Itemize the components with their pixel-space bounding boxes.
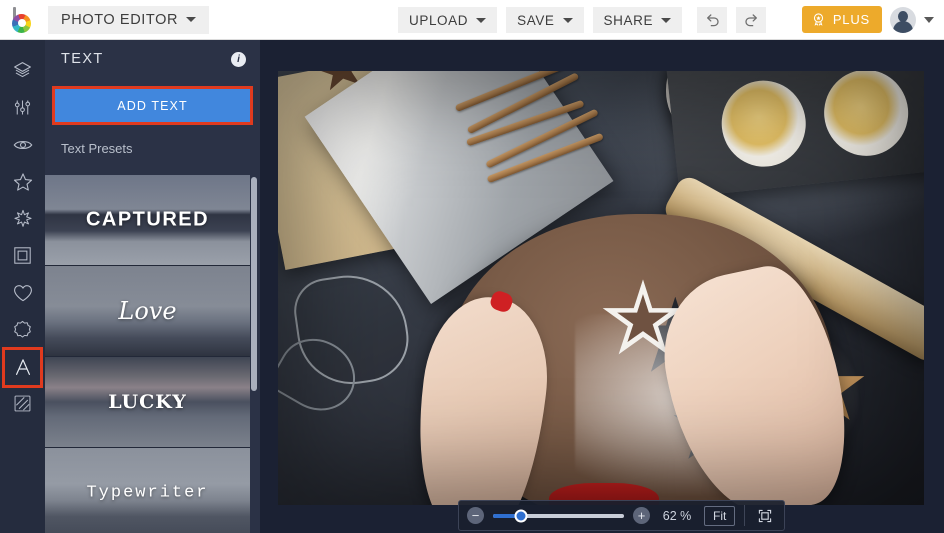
photo-muffin-cup: [717, 76, 810, 171]
sidebar-item-graphics[interactable]: [0, 311, 45, 348]
list-item[interactable]: CAPTURED: [45, 175, 250, 265]
graphics-badge-icon: [14, 320, 31, 338]
text-presets-label: Text Presets: [61, 141, 133, 156]
sidebar-item-text[interactable]: [0, 347, 45, 388]
photo-editor-app: PHOTO EDITOR UPLOAD SAVE SHARE PLUS TEXT…: [0, 0, 944, 533]
top-toolbar: PHOTO EDITOR UPLOAD SAVE SHARE PLUS: [0, 0, 944, 40]
chevron-down-icon: [661, 17, 672, 23]
fit-to-screen-icon: [759, 509, 772, 522]
sidebar-item-layers[interactable]: [0, 52, 45, 89]
share-button[interactable]: SHARE: [592, 7, 683, 33]
list-item[interactable]: Love: [45, 266, 250, 356]
list-item[interactable]: Typewriter: [45, 448, 250, 533]
plus-badge-icon: [813, 13, 823, 26]
photo-editor-menu-label: PHOTO EDITOR: [61, 11, 179, 28]
zoom-in-button[interactable]: +: [633, 507, 650, 524]
artsy-sparkle-icon: [13, 209, 32, 227]
top-actions: UPLOAD SAVE SHARE: [398, 7, 767, 33]
zoom-slider-handle[interactable]: [514, 509, 527, 522]
undo-icon: [706, 13, 719, 26]
text-a-icon: [15, 358, 30, 375]
divider: [744, 505, 746, 526]
text-panel: TEXT i ADD TEXT Text Presets CAPTURED Lo…: [45, 40, 260, 533]
info-icon[interactable]: i: [231, 51, 246, 67]
preset-label: LUCKY: [108, 391, 187, 413]
preset-label: Typewriter: [86, 483, 209, 503]
sidebar-item-artsy[interactable]: [0, 200, 45, 237]
canvas-area: − + 62 % Fit: [260, 40, 944, 533]
save-button[interactable]: SAVE: [506, 7, 584, 33]
upload-button[interactable]: UPLOAD: [398, 7, 498, 33]
retouch-eye-icon: [13, 140, 32, 149]
sidebar-item-overlays[interactable]: [0, 274, 45, 311]
undo-button[interactable]: [697, 7, 728, 33]
sidebar-item-textures[interactable]: [0, 385, 45, 422]
text-presets-list[interactable]: CAPTURED Love LUCKY Typewriter: [45, 175, 260, 533]
sidebar-item-effects[interactable]: [0, 163, 45, 200]
avatar[interactable]: [890, 6, 916, 33]
add-text-button[interactable]: ADD TEXT: [54, 89, 251, 122]
photo-editor-menu[interactable]: PHOTO EDITOR: [48, 5, 210, 34]
account-chevron-down-icon[interactable]: [924, 16, 934, 23]
page-title: TEXT: [61, 51, 104, 67]
photo-muffin-cup: [819, 71, 913, 160]
layers-icon: [14, 62, 31, 78]
scrollbar[interactable]: [251, 177, 257, 391]
save-label: SAVE: [517, 12, 555, 28]
preset-label: CAPTURED: [85, 208, 210, 231]
share-label: SHARE: [603, 12, 654, 28]
textures-icon: [14, 395, 31, 412]
chevron-down-icon: [476, 17, 487, 23]
fit-to-screen-button[interactable]: [754, 506, 776, 526]
zoom-toolbar: − + 62 % Fit: [458, 500, 786, 531]
befunky-logo[interactable]: [0, 0, 46, 40]
overlays-heart-icon: [13, 284, 32, 301]
text-panel-header: TEXT i: [45, 40, 260, 78]
add-text-highlight: ADD TEXT: [52, 86, 253, 125]
sidebar-item-frames[interactable]: [0, 237, 45, 274]
preset-label: Love: [118, 297, 177, 325]
logo-color-wheel: [12, 13, 31, 33]
effects-star-icon: [13, 172, 32, 191]
plus-upgrade-button[interactable]: PLUS: [801, 6, 882, 33]
sidebar-item-touchup[interactable]: [0, 126, 45, 163]
photo-content: [278, 71, 924, 505]
fit-button[interactable]: Fit: [704, 505, 736, 526]
frames-icon: [14, 247, 31, 264]
zoom-slider[interactable]: [493, 509, 624, 522]
zoom-level-value: 62 %: [662, 508, 692, 523]
list-item[interactable]: LUCKY: [45, 357, 250, 447]
tool-rail: [0, 40, 45, 533]
upload-label: UPLOAD: [409, 12, 469, 28]
redo-icon: [744, 13, 757, 26]
edit-sliders-icon: [14, 100, 31, 115]
baking-photo[interactable]: [278, 71, 924, 505]
account-area: PLUS: [801, 6, 934, 33]
chevron-down-icon: [562, 17, 573, 23]
redo-button[interactable]: [736, 7, 767, 33]
zoom-out-button[interactable]: −: [467, 507, 484, 524]
avatar-body: [893, 20, 913, 33]
plus-label: PLUS: [832, 12, 870, 27]
avatar-head: [898, 10, 908, 22]
chevron-down-icon: [186, 17, 197, 22]
sidebar-item-edit[interactable]: [0, 89, 45, 126]
